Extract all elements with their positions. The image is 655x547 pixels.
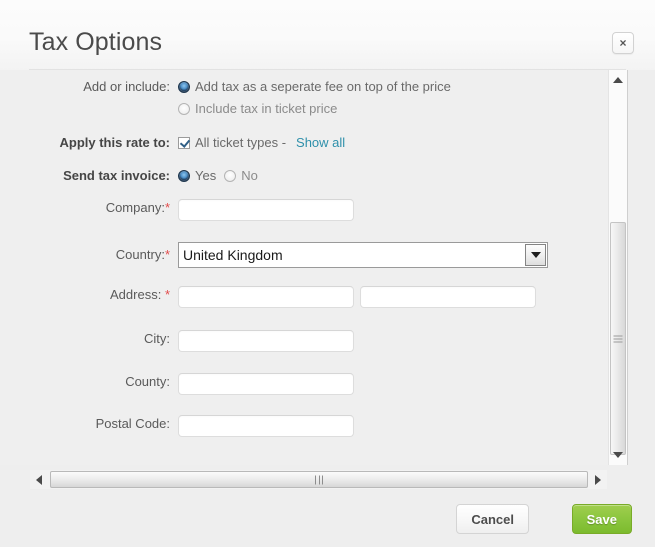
scroll-left-arrow-icon[interactable] — [30, 470, 48, 489]
postal-code-label: Postal Code: — [95, 416, 170, 431]
address-line2-input[interactable] — [360, 286, 536, 308]
form-row-postal-code: Postal Code: — [0, 415, 610, 437]
country-required-marker: * — [164, 247, 170, 262]
county-field-wrap — [178, 373, 610, 395]
radio-label-include-in-price: Include tax in ticket price — [195, 101, 338, 116]
address-field-wrap — [178, 286, 610, 308]
address-label: Address: * — [0, 286, 178, 304]
radio-label-invoice-yes: Yes — [195, 168, 217, 183]
radio-icon-invoice-yes[interactable] — [178, 170, 190, 182]
send-invoice-label: Send tax invoice: — [63, 168, 170, 183]
vertical-scrollbar-thumb[interactable] — [610, 222, 626, 455]
postal-code-field-wrap — [178, 415, 610, 437]
apply-rate-label: Apply this rate to: — [59, 135, 170, 150]
country-select[interactable]: United Kingdom — [178, 242, 548, 268]
horizontal-scrollbar-grip-icon — [315, 475, 323, 484]
country-field-wrap: United Kingdom — [178, 242, 610, 268]
dialog-header: Tax Options × — [0, 0, 655, 70]
postal-code-input[interactable] — [178, 415, 354, 437]
checkbox-icon-all-ticket-types[interactable] — [178, 137, 190, 149]
chevron-down-icon[interactable] — [525, 244, 546, 266]
company-input[interactable] — [178, 199, 354, 221]
close-button[interactable]: × — [612, 32, 634, 54]
horizontal-scrollbar-thumb[interactable] — [50, 471, 588, 488]
company-field-wrap — [178, 199, 610, 221]
radio-icon-separate-fee[interactable] — [178, 81, 190, 93]
save-button[interactable]: Save — [571, 504, 632, 534]
apply-rate-control: All ticket types - Show all — [178, 134, 610, 152]
country-selected-value: United Kingdom — [183, 247, 283, 263]
city-field-wrap — [178, 330, 610, 352]
radio-label-invoice-no: No — [241, 168, 258, 183]
form-row-send-invoice: Send tax invoice: Yes No — [0, 167, 610, 185]
vertical-scrollbar-grip-icon — [613, 335, 623, 342]
form-row-address: Address: * — [0, 286, 610, 308]
country-label-text: Country: — [115, 247, 165, 262]
company-label-text: Company: — [105, 200, 165, 215]
city-label: City: — [144, 331, 170, 346]
company-required-marker: * — [164, 200, 170, 215]
add-or-include-options: Add tax as a seperate fee on top of the … — [178, 78, 610, 118]
form-row-apply-rate: Apply this rate to: All ticket types - S… — [0, 134, 610, 152]
checkbox-all-ticket-types-row[interactable]: All ticket types - Show all — [178, 134, 610, 152]
page-title: Tax Options — [29, 28, 163, 56]
form-row-city: City: — [0, 330, 610, 352]
county-label: County: — [125, 374, 170, 389]
vertical-scrollbar[interactable] — [608, 70, 627, 465]
form-row-county: County: — [0, 373, 610, 395]
scroll-down-arrow-icon[interactable] — [609, 446, 627, 464]
horizontal-scrollbar[interactable] — [30, 470, 607, 489]
radio-option-separate-fee[interactable]: Add tax as a seperate fee on top of the … — [178, 78, 610, 96]
form-row-company: Company:* — [0, 199, 610, 221]
tax-options-dialog: Tax Options × Add or include: Add tax as… — [0, 0, 655, 547]
address-label-text: Address: — [110, 287, 162, 302]
county-input[interactable] — [178, 373, 354, 395]
radio-label-separate-fee: Add tax as a seperate fee on top of the … — [195, 79, 451, 94]
address-inputs — [178, 286, 610, 308]
scroll-up-arrow-icon[interactable] — [609, 71, 627, 89]
company-label: Company:* — [0, 199, 178, 217]
form-row-country: Country:* United Kingdom — [0, 242, 610, 268]
address-required-marker: * — [164, 287, 170, 302]
show-all-link[interactable]: Show all — [296, 134, 345, 152]
add-or-include-label: Add or include: — [83, 79, 170, 94]
address-line1-input[interactable] — [178, 286, 354, 308]
send-invoice-options: Yes No — [178, 167, 610, 185]
radio-icon-include-in-price[interactable] — [178, 103, 190, 115]
scroll-right-arrow-icon[interactable] — [589, 470, 607, 489]
cancel-button[interactable]: Cancel — [456, 504, 529, 534]
close-icon: × — [619, 36, 627, 50]
checkbox-label-all-ticket-types: All ticket types - — [195, 135, 287, 150]
radio-icon-invoice-no[interactable] — [224, 170, 237, 182]
country-label: Country:* — [0, 242, 178, 268]
radio-option-include-in-price[interactable]: Include tax in ticket price — [178, 100, 610, 118]
dialog-footer: Cancel Save — [0, 490, 655, 547]
form-scroll-region[interactable]: Add or include: Add tax as a seperate fe… — [0, 70, 628, 465]
send-invoice-radio-group: Yes No — [178, 167, 610, 185]
form-row-add-or-include: Add or include: Add tax as a seperate fe… — [0, 78, 610, 118]
city-input[interactable] — [178, 330, 354, 352]
